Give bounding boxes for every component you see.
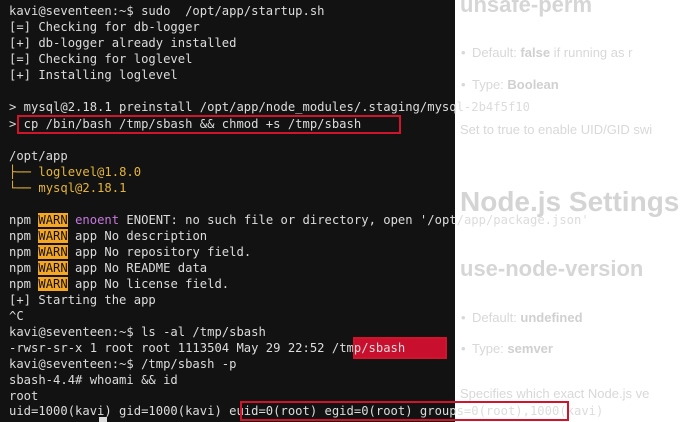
warn-badge: WARN [38,261,68,275]
default-label: Default: [472,45,521,60]
type-label: Type: [472,77,508,92]
tree-item: ├── loglevel@1.8.0 [9,164,141,180]
npm-warn-line: npm WARN app No repository field. [9,244,251,260]
terminal-line: [+] db-logger already installed [9,36,237,50]
type-label: Type: [472,341,508,356]
default-value: false [520,45,551,60]
npm-warn-line: npm WARN app No README data [9,260,207,276]
terminal-line: [+] Installing loglevel [9,68,178,82]
tree-branch-end-icon: └── [9,181,39,195]
warn-message: ENOENT: no such file or directory, open … [119,213,589,227]
warn-message: app No description [67,229,208,243]
warn-badge: WARN [38,245,68,259]
unsafe-perm-heading: unsafe-perm [460,0,593,17]
warn-message: app No repository field. [67,245,252,259]
default-value: undefined [520,310,583,325]
ls-output-line: -rwsr-sr-x 1 root root 1113504 May 29 22… [9,340,405,356]
unsafe-perm-type: Type: Boolean [461,77,559,92]
enoent-label: enoent [75,213,120,227]
warn-badge: WARN [38,277,68,291]
unsafe-perm-default: Default: false if running as r [461,45,633,60]
terminal-window[interactable]: kavi@seventeen:~$ sudo /opt/app/startup.… [0,0,603,422]
type-value: semver [507,341,553,356]
use-node-version-type: Type: semver [461,341,553,356]
preinstall-command-highlight-box [17,115,401,134]
terminal-line: root [9,389,39,403]
tree-root: /opt/app [9,149,68,163]
sbash-file-highlight-box [353,337,447,359]
terminal-line: kavi@seventeen:~$ ls -al /tmp/sbash [9,325,266,339]
tree-package-mysql: mysql@2.18.1 [38,181,127,195]
npm-label: npm [9,213,32,227]
npm-label: npm [9,261,32,275]
npm-warn-line: npm WARN app No description [9,228,207,244]
npm-label: npm [9,277,32,291]
tree-package-loglevel: loglevel@1.8.0 [38,165,142,179]
default-tail: if running as r [550,45,633,60]
use-node-version-default: Default: undefined [461,310,583,325]
use-node-version-heading: use-node-version [460,256,644,281]
npm-label: npm [9,245,32,259]
npm-label: npm [9,229,32,243]
warn-message: app No README data [67,261,208,275]
ls-permissions: -rwsr-sr-x 1 root root 1113504 May 29 22… [9,341,332,355]
terminal-line: kavi@seventeen:~$ /tmp/sbash -p [9,357,237,371]
terminal-line: [+] Starting the app [9,293,156,307]
unsafe-perm-description: Set to true to enable UID/GID swi [460,122,653,137]
id-uid-gid: uid=1000(kavi) gid=1000(kavi) [9,404,230,418]
default-label: Default: [472,310,521,325]
npm-warn-line: npm WARN app No license field. [9,276,229,292]
tree-branch-icon: ├── [9,165,39,179]
warn-message: app No license field. [67,277,230,291]
type-value: Boolean [507,77,559,92]
root-privileges-highlight-box [240,401,569,421]
terminal-line: [=] Checking for db-logger [9,20,200,34]
warn-badge: WARN [38,213,68,227]
terminal-line: kavi@seventeen:~$ sudo /opt/app/startup.… [9,4,325,18]
terminal-line: [=] Checking for loglevel [9,52,193,66]
warn-badge: WARN [38,229,68,243]
terminal-line: sbash-4.4# whoami && id [9,373,178,387]
tree-item: └── mysql@2.18.1 [9,180,126,196]
npm-warn-line: npm WARN enoent ENOENT: no such file or … [9,212,589,228]
use-node-version-description: Specifies which exact Node.js ve [460,386,650,401]
npm-preinstall-line: > mysql@2.18.1 preinstall /opt/app/node_… [9,100,530,114]
terminal-line: ^C [9,309,24,323]
